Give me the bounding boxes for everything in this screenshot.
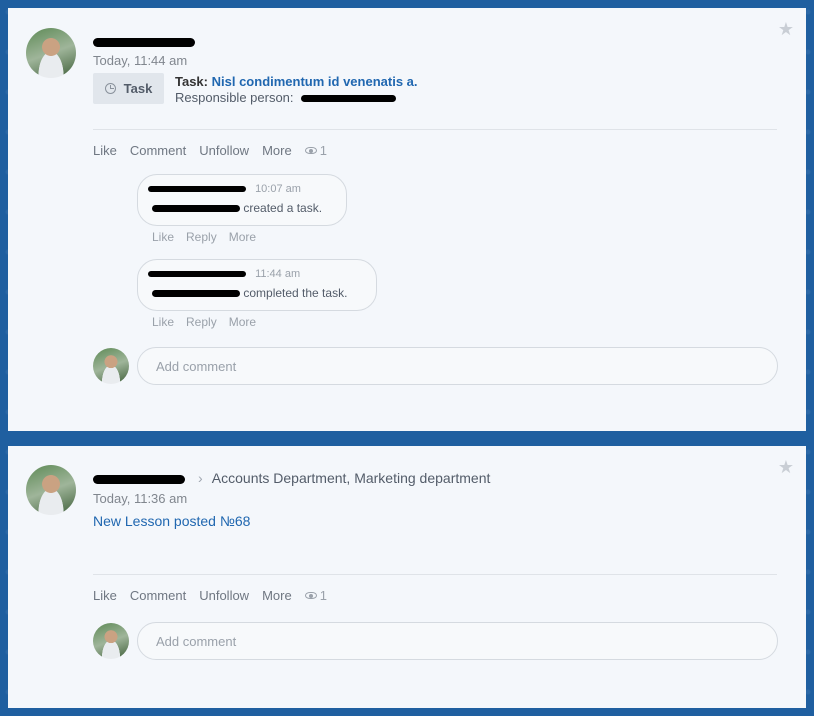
task-title: Task: Nisl condimentum id venenatis a.: [175, 74, 418, 89]
star-icon[interactable]: ★: [778, 458, 794, 476]
comment-time: 10:07 am: [255, 183, 301, 195]
views-counter[interactable]: 1: [304, 143, 327, 158]
like-button[interactable]: Like: [93, 143, 117, 158]
task-badge[interactable]: Task: [93, 73, 164, 104]
more-button[interactable]: More: [262, 588, 292, 603]
post-timestamp: Today, 11:44 am: [93, 53, 188, 68]
views-count: 1: [319, 588, 327, 603]
comment-text: completed the task.: [243, 286, 348, 300]
post-destination[interactable]: › Accounts Department, Marketing departm…: [198, 470, 490, 486]
comment-text: created a task.: [243, 201, 323, 215]
post-timestamp: Today, 11:36 am: [93, 491, 188, 506]
comment-actions: Like Reply More: [152, 315, 256, 329]
comment-like-button[interactable]: Like: [152, 315, 174, 329]
divider: [93, 129, 777, 130]
comment-reply-button[interactable]: Reply: [186, 315, 217, 329]
chevron-right-icon: ›: [198, 470, 203, 486]
author-avatar[interactable]: [26, 28, 76, 78]
comment-time: 11:44 am: [255, 268, 301, 280]
like-button[interactable]: Like: [93, 588, 117, 603]
comment-like-button[interactable]: Like: [152, 230, 174, 244]
views-count: 1: [319, 143, 327, 158]
views-counter[interactable]: 1: [304, 588, 327, 603]
comment-button[interactable]: Comment: [130, 588, 186, 603]
destination-text: Accounts Department, Marketing departmen…: [211, 470, 491, 486]
comment-more-button[interactable]: More: [229, 315, 256, 329]
task-link[interactable]: Nisl condimentum id venenatis a.: [212, 74, 418, 89]
current-user-avatar: [93, 348, 129, 384]
task-title-prefix: Task:: [175, 74, 208, 89]
comment-actions: Like Reply More: [152, 230, 256, 244]
unfollow-button[interactable]: Unfollow: [199, 588, 249, 603]
redacted-responsible-name[interactable]: [301, 95, 397, 103]
redacted-commenter-name[interactable]: [148, 271, 246, 278]
post-actions: Like Comment Unfollow More 1: [93, 143, 327, 158]
task-responsible: Responsible person:: [175, 90, 397, 105]
divider: [93, 574, 777, 575]
author-name[interactable]: [93, 470, 185, 486]
post-actions: Like Comment Unfollow More 1: [93, 588, 327, 603]
comment-more-button[interactable]: More: [229, 230, 256, 244]
lesson-link[interactable]: New Lesson posted №68: [93, 513, 250, 529]
redacted-author-name: [93, 474, 185, 484]
feed-post-task: ★ Today, 11:44 am Task Task: Nisl condim…: [8, 8, 806, 431]
feed-post-lesson: ★ › Accounts Department, Marketing depar…: [8, 446, 806, 708]
more-button[interactable]: More: [262, 143, 292, 158]
redacted-user-name[interactable]: [152, 205, 240, 213]
comment-button[interactable]: Comment: [130, 143, 186, 158]
add-comment-input[interactable]: [137, 347, 778, 385]
comment-reply-button[interactable]: Reply: [186, 230, 217, 244]
redacted-commenter-name[interactable]: [148, 186, 246, 193]
redacted-author-name: [93, 37, 195, 47]
star-icon[interactable]: ★: [778, 20, 794, 38]
comment-bubble: 11:44 am completed the task.: [137, 259, 377, 311]
eye-icon: [304, 147, 317, 154]
responsible-label: Responsible person:: [175, 90, 294, 105]
unfollow-button[interactable]: Unfollow: [199, 143, 249, 158]
author-avatar[interactable]: [26, 465, 76, 515]
comment-bubble: 10:07 am created a task.: [137, 174, 347, 226]
author-name[interactable]: [93, 33, 195, 49]
redacted-user-name[interactable]: [152, 290, 240, 298]
task-badge-label: Task: [123, 81, 153, 96]
add-comment-input[interactable]: [137, 622, 778, 660]
eye-icon: [304, 592, 317, 599]
current-user-avatar: [93, 623, 129, 659]
clock-icon: [104, 83, 116, 94]
